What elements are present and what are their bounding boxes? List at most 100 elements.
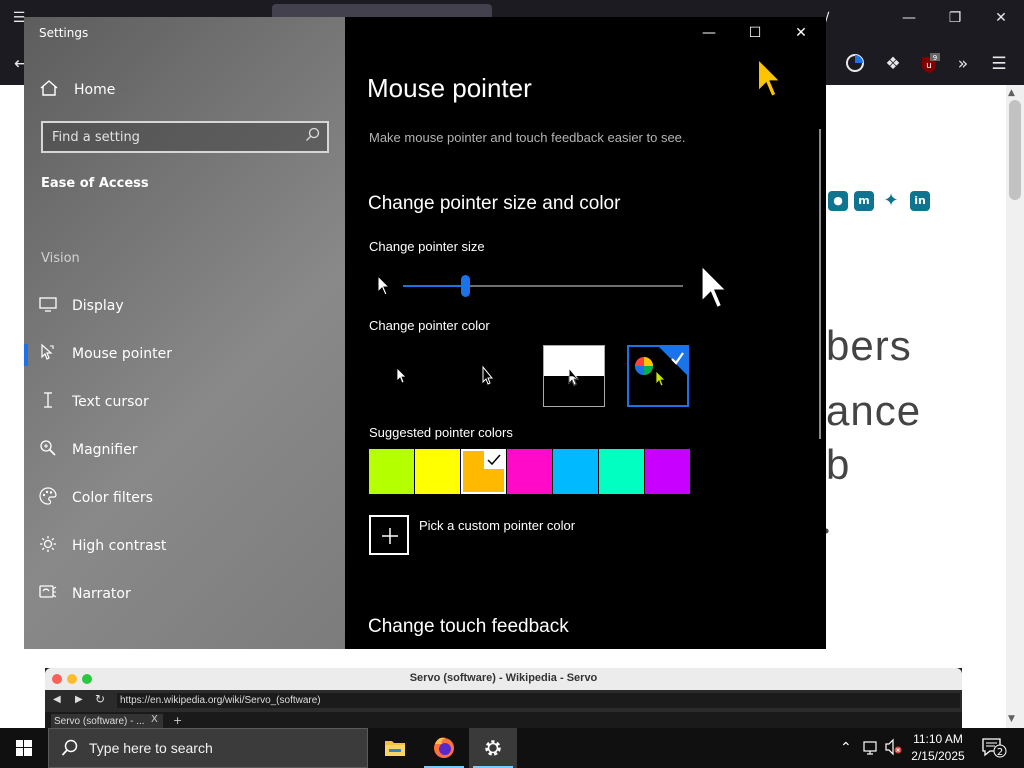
yellow-mouse-cursor-icon bbox=[756, 58, 784, 104]
minimize-button[interactable]: — bbox=[689, 23, 729, 43]
svg-text:u: u bbox=[926, 61, 932, 71]
sidebar-item-narrator[interactable]: Narrator bbox=[24, 572, 345, 616]
firefox-button[interactable] bbox=[420, 728, 468, 768]
close-button[interactable]: ✕ bbox=[781, 23, 821, 43]
suggested-color-swatch[interactable] bbox=[645, 449, 690, 494]
background-scroll-thumb[interactable] bbox=[1009, 100, 1021, 200]
sidebar-item-label: High contrast bbox=[72, 538, 167, 554]
page-description: Make mouse pointer and touch feedback ea… bbox=[369, 130, 686, 145]
servo-navbar: ◀ ▶ ↻ https://en.wikipedia.org/wiki/Serv… bbox=[45, 690, 962, 712]
active-indicator bbox=[24, 344, 28, 366]
gear-icon bbox=[485, 740, 501, 756]
extension-badge: 9 bbox=[933, 54, 937, 62]
start-button[interactable] bbox=[0, 728, 48, 768]
pointer-size-slider[interactable] bbox=[403, 275, 683, 299]
servo-window-title: Servo (software) - Wikipedia - Servo bbox=[409, 672, 598, 684]
narrator-icon bbox=[24, 583, 72, 605]
notification-center-button[interactable]: 2 bbox=[980, 736, 1008, 760]
menu-icon[interactable]: ☰ bbox=[986, 53, 1012, 77]
new-tab-icon[interactable]: + bbox=[173, 714, 182, 727]
pointer-size-label: Change pointer size bbox=[369, 239, 485, 254]
pointer-color-inverted[interactable] bbox=[543, 345, 605, 407]
taskbar-search-box[interactable]: Type here to search bbox=[48, 728, 368, 768]
ublock-icon[interactable]: u9 bbox=[916, 53, 942, 77]
minimize-icon[interactable]: — bbox=[894, 10, 924, 26]
scroll-down-arrow-icon[interactable]: ▼ bbox=[1008, 714, 1015, 724]
settings-window: Settings Home Ease of Access Vision Disp… bbox=[24, 17, 826, 649]
settings-content: — ☐ ✕ Mouse pointer Make mouse pointer a… bbox=[345, 17, 826, 649]
find-setting-box[interactable] bbox=[41, 121, 329, 153]
suggested-colors-label: Suggested pointer colors bbox=[369, 425, 513, 440]
sidebar-item-color-filters[interactable]: Color filters bbox=[24, 476, 345, 520]
network-icon[interactable] bbox=[862, 738, 880, 760]
scroll-up-arrow-icon[interactable]: ▲ bbox=[1008, 88, 1015, 98]
hero-text-line: ance bbox=[826, 387, 922, 434]
tab-close-icon[interactable]: X bbox=[151, 714, 158, 725]
text-cursor-icon bbox=[24, 391, 72, 413]
suggested-color-swatch[interactable] bbox=[507, 449, 552, 494]
forward-icon[interactable]: ▶ bbox=[75, 694, 83, 705]
pointer-color-black[interactable] bbox=[455, 345, 517, 407]
section-heading-touch: Change touch feedback bbox=[368, 616, 569, 637]
taskbar: Type here to search ⌃ 11:10 AM 2/15/2025… bbox=[0, 728, 1024, 768]
mastodon-icon[interactable]: m bbox=[854, 191, 874, 211]
notification-icon: 2 bbox=[982, 738, 1007, 758]
search-icon[interactable] bbox=[305, 127, 320, 146]
suggested-color-swatch[interactable] bbox=[599, 449, 644, 494]
file-explorer-button[interactable] bbox=[371, 728, 419, 768]
restore-icon[interactable]: ❐ bbox=[940, 10, 970, 26]
pick-custom-color-button[interactable] bbox=[369, 515, 409, 555]
slider-fill bbox=[403, 285, 465, 287]
clock-date[interactable]: 2/15/2025 bbox=[900, 749, 976, 763]
slider-thumb[interactable] bbox=[460, 275, 470, 297]
notification-count: 2 bbox=[997, 747, 1003, 758]
pointer-color-white[interactable] bbox=[367, 345, 429, 407]
find-setting-input[interactable] bbox=[52, 128, 292, 146]
sidebar-item-label: Mouse pointer bbox=[72, 346, 172, 362]
servo-tab[interactable]: Servo (software) - ... bbox=[51, 714, 163, 729]
settings-taskbar-button[interactable] bbox=[469, 728, 517, 768]
taskbar-search-placeholder: Type here to search bbox=[89, 740, 213, 756]
servo-url-bar[interactable]: https://en.wikipedia.org/wiki/Servo_(sof… bbox=[117, 693, 960, 708]
small-pointer-icon bbox=[377, 274, 391, 301]
home-nav-item[interactable]: Home bbox=[24, 68, 345, 112]
linkedin-icon[interactable]: in bbox=[910, 191, 930, 211]
folder-icon bbox=[385, 741, 405, 756]
bluesky-icon[interactable]: ✦ bbox=[881, 191, 901, 211]
settings-sidebar: Settings Home Ease of Access Vision Disp… bbox=[24, 17, 345, 649]
hero-text-line: b bbox=[826, 441, 851, 488]
section-title: Ease of Access bbox=[41, 176, 149, 191]
pointer-color-custom[interactable] bbox=[627, 345, 689, 407]
high-contrast-icon bbox=[24, 535, 72, 557]
sidebar-item-label: Display bbox=[72, 298, 124, 314]
sidebar-item-high-contrast[interactable]: High contrast bbox=[24, 524, 345, 568]
extensions-icon[interactable]: ❖ bbox=[880, 53, 906, 77]
group-title: Vision bbox=[41, 251, 80, 266]
container-icon[interactable] bbox=[842, 53, 868, 77]
sidebar-item-display[interactable]: Display bbox=[24, 284, 345, 328]
sidebar-item-magnifier[interactable]: Magnifier bbox=[24, 428, 345, 472]
overflow-chevron-icon[interactable]: » bbox=[950, 53, 976, 77]
page-title: Mouse pointer bbox=[367, 73, 532, 103]
sidebar-item-label: Magnifier bbox=[72, 442, 138, 458]
large-pointer-icon bbox=[699, 264, 731, 316]
window-title: Settings bbox=[39, 26, 89, 40]
close-icon[interactable]: ✕ bbox=[986, 10, 1016, 26]
clock-time[interactable]: 11:10 AM bbox=[900, 732, 976, 746]
plus-icon bbox=[382, 528, 398, 544]
home-icon bbox=[24, 80, 74, 100]
suggested-color-swatch[interactable] bbox=[369, 449, 414, 494]
windows-logo-icon bbox=[16, 740, 32, 756]
sidebar-item-text-cursor[interactable]: Text cursor bbox=[24, 380, 345, 424]
maximize-button[interactable]: ☐ bbox=[735, 23, 775, 43]
suggested-color-swatch[interactable] bbox=[553, 449, 598, 494]
show-hidden-icons-icon[interactable]: ⌃ bbox=[840, 740, 852, 756]
sidebar-item-mouse-pointer[interactable]: Mouse pointer bbox=[24, 332, 345, 376]
back-icon[interactable]: ◀ bbox=[53, 694, 61, 705]
suggested-color-swatch[interactable] bbox=[415, 449, 460, 494]
github-icon[interactable]: ● bbox=[828, 191, 848, 211]
reload-icon[interactable]: ↻ bbox=[95, 692, 105, 706]
content-scrollbar[interactable] bbox=[819, 129, 821, 439]
pick-custom-color-label[interactable]: Pick a custom pointer color bbox=[419, 518, 575, 533]
suggested-color-swatch[interactable] bbox=[461, 449, 506, 494]
